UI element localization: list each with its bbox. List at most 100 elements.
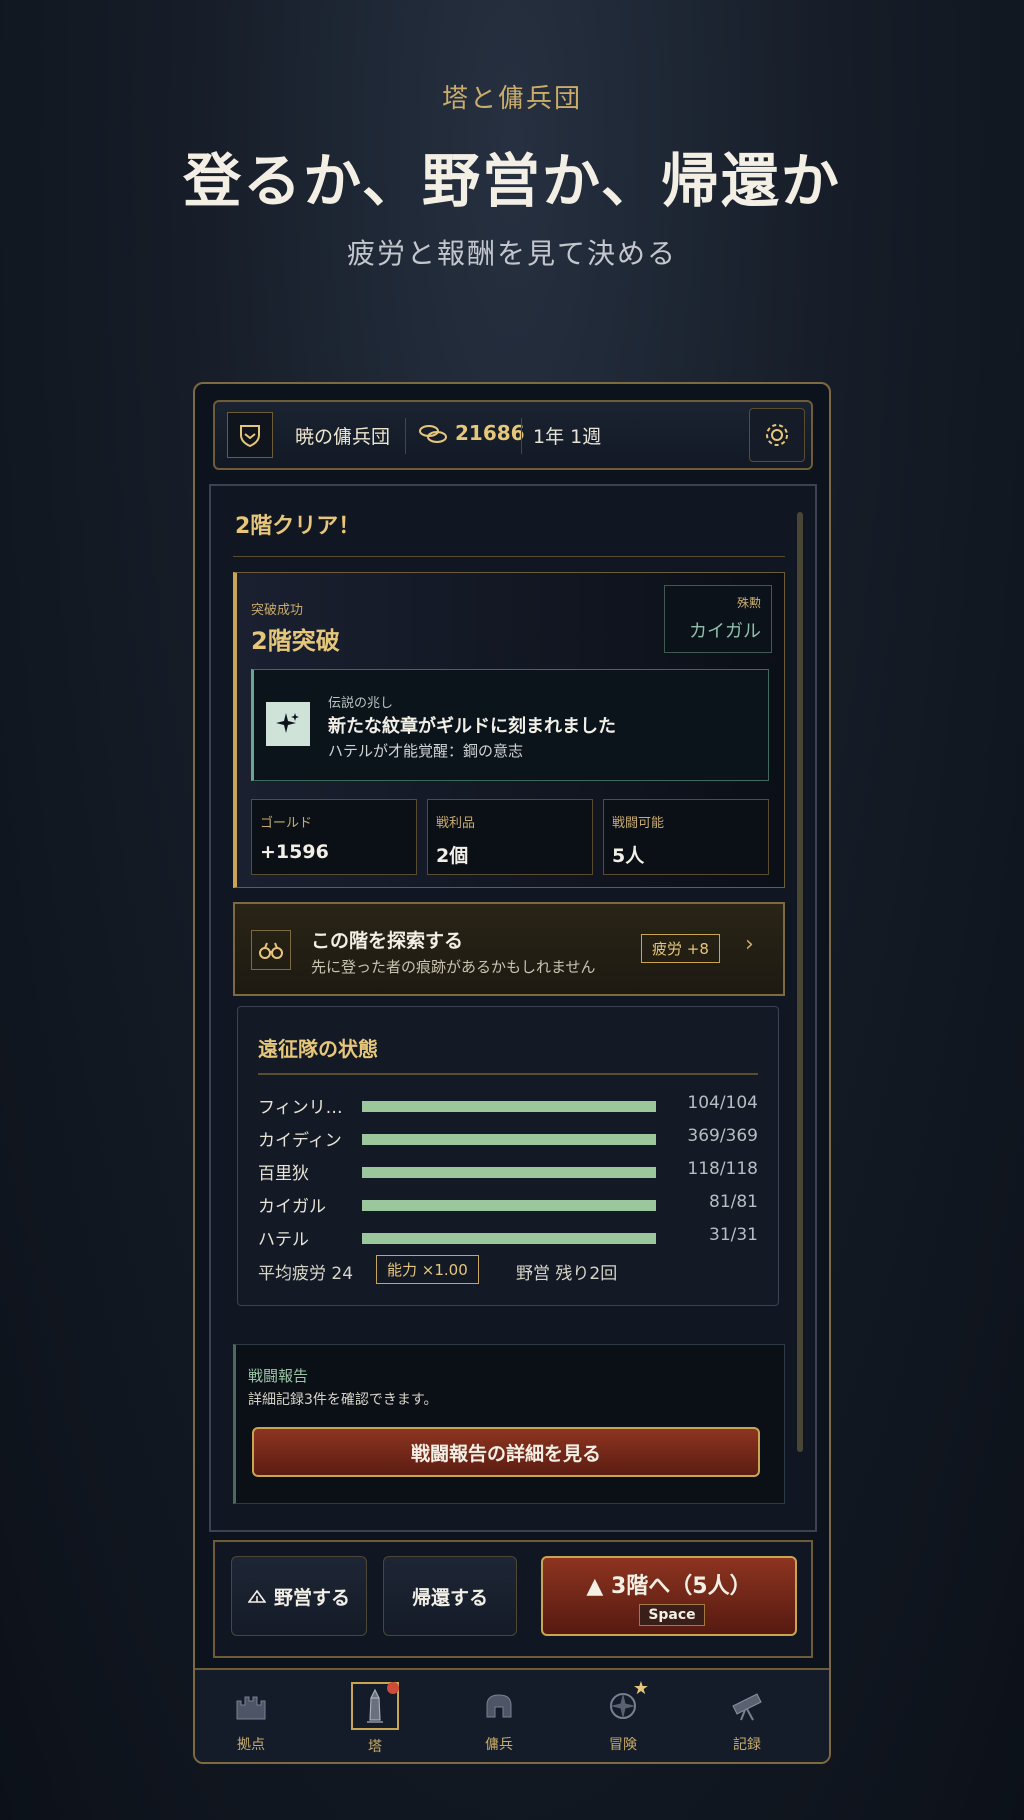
star-icon: ★ — [632, 1678, 649, 1699]
camp-label: 野営する — [273, 1586, 350, 1609]
explore-floor-button[interactable]: この階を探索する 先に登った者の痕跡があるかもしれません 疲労 +8 › — [233, 902, 785, 996]
omen-detail: ハテルが才能覚醒：鋼の意志 — [328, 742, 524, 760]
sparkle-icon — [266, 702, 310, 746]
member-name: ハテル — [258, 1230, 309, 1250]
hp-bar — [362, 1200, 656, 1211]
mvp-box: 殊勲 カイガル — [664, 585, 772, 653]
member-name: カイガル — [258, 1197, 326, 1217]
promo-subtitle: 塔と傭兵団 — [441, 84, 582, 114]
nav-item-mercenaries[interactable]: 傭兵 — [449, 1680, 549, 1760]
camp-button[interactable]: 野営する — [231, 1556, 367, 1636]
breach-title: 2階突破 — [251, 627, 340, 655]
nav-item-adventure[interactable]: ★ 冒険 — [573, 1678, 673, 1760]
party-member-row: フィンリ… 104/104 — [258, 1093, 758, 1118]
bottom-nav: 拠点 塔 傭兵 ★ 冒険 記録 — [195, 1668, 829, 1762]
hp-value: 118/118 — [687, 1159, 758, 1179]
game-date: 1年 1週 — [533, 426, 602, 448]
nav-label: 拠点 — [237, 1737, 265, 1753]
stat-value: 2個 — [436, 845, 469, 867]
action-bar: 野営する 帰還する ▲ 3階へ（5人） Space — [213, 1540, 813, 1658]
divider — [233, 556, 785, 557]
floor-clear-title: 2階クリア！ — [235, 514, 361, 539]
stat-label: 戦利品 — [436, 816, 476, 831]
stat-label: 戦闘可能 — [612, 816, 665, 831]
member-name: 百里狄 — [258, 1164, 309, 1184]
view-battle-report-button[interactable]: 戦闘報告の詳細を見る — [252, 1427, 760, 1477]
game-screen: 暁の傭兵団 21686 1年 1週 2階クリア！ 突破成功 2階突破 殊勲 カイ… — [193, 382, 831, 1764]
battle-report-title: 戦闘報告 — [248, 1367, 309, 1385]
notification-dot — [387, 1682, 399, 1694]
hp-value: 369/369 — [687, 1126, 758, 1146]
return-label: 帰還する — [411, 1586, 488, 1609]
chevron-right-icon: › — [745, 932, 754, 957]
hp-fill — [362, 1101, 656, 1112]
omen-title: 新たな紋章がギルドに刻まれました — [328, 716, 616, 737]
hp-bar — [362, 1167, 656, 1178]
nav-item-tower[interactable]: 塔 — [325, 1680, 425, 1760]
ascend-label: ▲ 3階へ（5人） — [586, 1574, 752, 1599]
battle-report-description: 詳細記録3件を確認できます。 — [248, 1392, 438, 1408]
guild-name: 暁の傭兵団 — [295, 426, 391, 448]
hp-bar — [362, 1101, 656, 1112]
hp-value: 81/81 — [709, 1192, 758, 1212]
stat-gold: ゴールド +1596 — [251, 799, 417, 875]
status-bar: 暁の傭兵団 21686 1年 1週 — [213, 400, 813, 470]
hp-fill — [362, 1200, 656, 1211]
party-member-row: カイディン 369/369 — [258, 1126, 758, 1151]
party-member-row: カイガル 81/81 — [258, 1192, 758, 1217]
telescope-icon — [725, 1684, 769, 1728]
stat-value: +1596 — [260, 841, 329, 863]
space-key-hint: Space — [639, 1604, 705, 1626]
result-panel: 2階クリア！ 突破成功 2階突破 殊勲 カイガル 伝説の兆し 新たな紋章がギルド… — [209, 484, 817, 1532]
nav-item-records[interactable]: 記録 — [697, 1680, 797, 1760]
party-status-title: 遠征隊の状態 — [258, 1037, 378, 1061]
average-fatigue: 平均疲労 24 — [258, 1264, 354, 1284]
gold-amount: 21686 — [455, 421, 525, 445]
nav-label: 塔 — [368, 1739, 382, 1755]
mvp-label: 殊勲 — [736, 596, 761, 610]
explore-subtitle: 先に登った者の痕跡があるかもしれません — [311, 958, 596, 976]
hp-fill — [362, 1167, 656, 1178]
coin-icon — [418, 423, 448, 449]
tent-icon — [247, 1589, 266, 1603]
omen-label: 伝説の兆し — [328, 696, 394, 711]
party-status-card: 遠征隊の状態 フィンリ… 104/104 カイディン 369/369 百里狄 1… — [237, 1006, 779, 1306]
hp-value: 104/104 — [687, 1093, 758, 1113]
member-name: カイディン — [258, 1131, 342, 1151]
nav-label: 記録 — [733, 1737, 761, 1753]
battle-report-card: 戦闘報告 詳細記録3件を確認できます。 戦闘報告の詳細を見る — [233, 1344, 785, 1504]
hp-bar — [362, 1134, 656, 1145]
castle-icon — [229, 1684, 273, 1728]
stat-loot: 戦利品 2個 — [427, 799, 593, 875]
nav-item-base[interactable]: 拠点 — [201, 1680, 301, 1760]
breach-label: 突破成功 — [251, 603, 304, 618]
return-button[interactable]: 帰還する — [383, 1556, 517, 1636]
stat-label: ゴールド — [260, 816, 313, 831]
breach-card: 突破成功 2階突破 殊勲 カイガル 伝説の兆し 新たな紋章がギルドに刻まれました… — [233, 572, 785, 888]
explore-title: この階を探索する — [311, 930, 464, 952]
gear-icon — [766, 424, 788, 446]
nav-label: 傭兵 — [485, 1737, 513, 1753]
stat-combat-ready: 戦闘可能 5人 — [603, 799, 769, 875]
helmet-icon — [477, 1684, 521, 1728]
promo-caption: 疲労と報酬を見て決める — [346, 237, 677, 270]
hp-bar — [362, 1233, 656, 1244]
camps-remaining: 野営 残り2回 — [516, 1264, 618, 1284]
divider — [258, 1073, 758, 1075]
divider — [405, 418, 406, 454]
hp-fill — [362, 1134, 656, 1145]
scrollbar[interactable] — [797, 512, 803, 1452]
binoculars-icon — [251, 930, 291, 970]
party-member-row: ハテル 31/31 — [258, 1225, 758, 1250]
member-name: フィンリ… — [258, 1098, 343, 1118]
guild-crest-icon[interactable] — [227, 412, 273, 458]
divider — [521, 418, 522, 454]
party-member-row: 百里狄 118/118 — [258, 1159, 758, 1184]
ascend-button[interactable]: ▲ 3階へ（5人） Space — [541, 1556, 797, 1636]
nav-label: 冒険 — [609, 1737, 637, 1753]
promo-title: 登るか、野営か、帰還か — [183, 147, 841, 215]
settings-button[interactable] — [749, 408, 805, 462]
fatigue-cost-badge: 疲労 +8 — [641, 934, 720, 963]
mvp-name: カイガル — [689, 621, 761, 642]
legend-omen: 伝説の兆し 新たな紋章がギルドに刻まれました ハテルが才能覚醒：鋼の意志 — [251, 669, 769, 781]
